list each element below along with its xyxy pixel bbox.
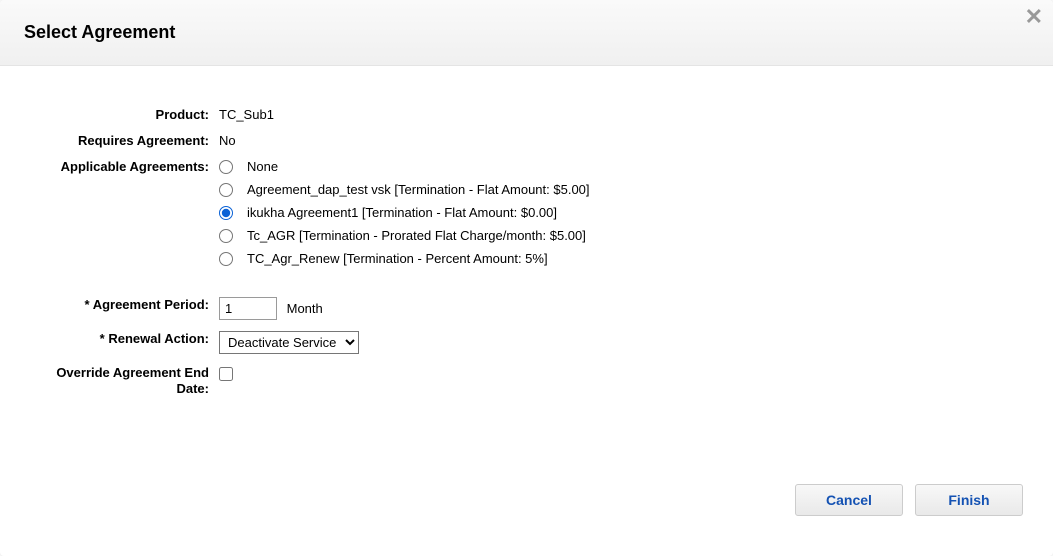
radio-input[interactable] bbox=[219, 206, 233, 220]
applicable-agreements-radio-group: None Agreement_dap_test vsk [Termination… bbox=[219, 159, 1029, 266]
row-override-end-date: Override Agreement End Date: bbox=[24, 364, 1029, 398]
dialog-content: Product: TC_Sub1 Requires Agreement: No … bbox=[0, 66, 1053, 432]
dialog-title: Select Agreement bbox=[24, 22, 1029, 43]
row-requires-agreement: Requires Agreement: No bbox=[24, 132, 1029, 148]
label-applicable-agreements: Applicable Agreements: bbox=[24, 158, 219, 174]
radio-option-none[interactable]: None bbox=[219, 159, 1029, 174]
radio-label: Agreement_dap_test vsk [Termination - Fl… bbox=[247, 182, 590, 197]
button-bar: Cancel Finish bbox=[795, 484, 1023, 516]
dialog-titlebar: Select Agreement ✕ bbox=[0, 0, 1053, 66]
radio-label: ikukha Agreement1 [Termination - Flat Am… bbox=[247, 205, 557, 220]
radio-option-ikukha[interactable]: ikukha Agreement1 [Termination - Flat Am… bbox=[219, 205, 1029, 220]
row-agreement-period: * Agreement Period: Month bbox=[24, 296, 1029, 320]
radio-label: TC_Agr_Renew [Termination - Percent Amou… bbox=[247, 251, 548, 266]
radio-option-tc-agr[interactable]: Tc_AGR [Termination - Prorated Flat Char… bbox=[219, 228, 1029, 243]
radio-label: None bbox=[247, 159, 278, 174]
radio-input[interactable] bbox=[219, 183, 233, 197]
row-applicable-agreements: Applicable Agreements: None Agreement_da… bbox=[24, 158, 1029, 266]
radio-label: Tc_AGR [Termination - Prorated Flat Char… bbox=[247, 228, 586, 243]
radio-input[interactable] bbox=[219, 160, 233, 174]
label-product: Product: bbox=[24, 106, 219, 122]
radio-option-dap-test[interactable]: Agreement_dap_test vsk [Termination - Fl… bbox=[219, 182, 1029, 197]
cancel-button[interactable]: Cancel bbox=[795, 484, 903, 516]
radio-input[interactable] bbox=[219, 252, 233, 266]
close-icon[interactable]: ✕ bbox=[1025, 6, 1043, 28]
radio-input[interactable] bbox=[219, 229, 233, 243]
renewal-action-select[interactable]: Deactivate Service bbox=[219, 331, 359, 354]
label-agreement-period: * Agreement Period: bbox=[24, 296, 219, 312]
label-override-end-date: Override Agreement End Date: bbox=[24, 364, 219, 398]
radio-option-tc-agr-renew[interactable]: TC_Agr_Renew [Termination - Percent Amou… bbox=[219, 251, 1029, 266]
agreement-period-input[interactable] bbox=[219, 297, 277, 320]
value-product: TC_Sub1 bbox=[219, 106, 1029, 122]
select-agreement-dialog: Select Agreement ✕ Product: TC_Sub1 Requ… bbox=[0, 0, 1053, 556]
row-product: Product: TC_Sub1 bbox=[24, 106, 1029, 122]
agreement-period-unit: Month bbox=[287, 301, 323, 316]
label-requires-agreement: Requires Agreement: bbox=[24, 132, 219, 148]
override-end-date-checkbox[interactable] bbox=[219, 367, 233, 381]
row-renewal-action: * Renewal Action: Deactivate Service bbox=[24, 330, 1029, 354]
value-requires-agreement: No bbox=[219, 132, 1029, 148]
finish-button[interactable]: Finish bbox=[915, 484, 1023, 516]
label-renewal-action: * Renewal Action: bbox=[24, 330, 219, 346]
